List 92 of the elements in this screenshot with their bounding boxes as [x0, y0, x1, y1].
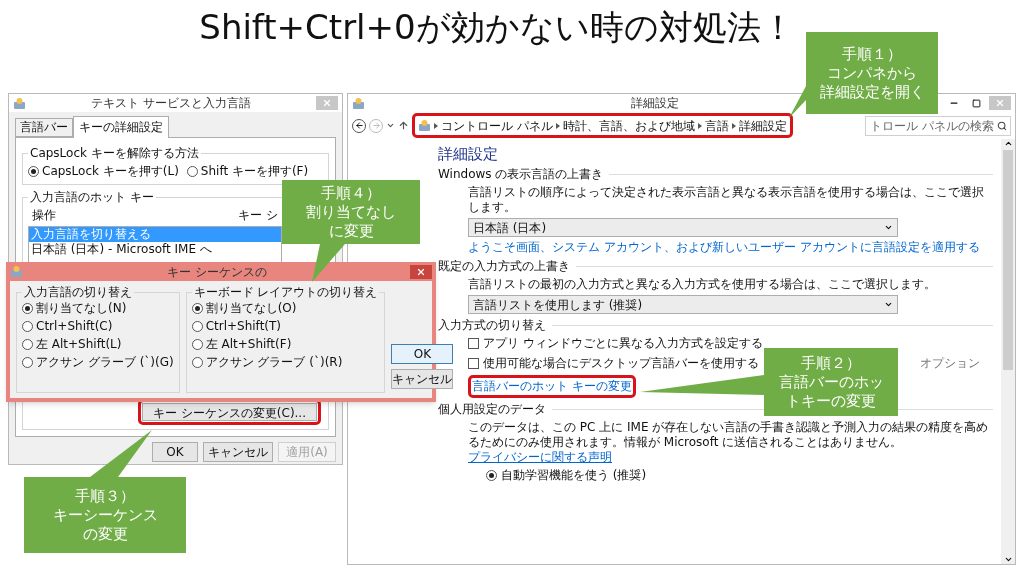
callout-text: 手順１） コンパネから 詳細設定を開く — [819, 44, 925, 102]
radio-button[interactable] — [186, 165, 198, 177]
dropdown[interactable]: 日本語 (日本) — [468, 218, 898, 237]
dropdown-caret-icon — [884, 300, 893, 309]
back-icon — [354, 121, 364, 130]
breadcrumb-separator — [555, 122, 560, 129]
options-link[interactable]: オプション — [920, 354, 980, 372]
app-icon — [13, 96, 26, 110]
window-title: テキスト サービスと入力言語 — [91, 95, 251, 112]
up-icon[interactable] — [398, 120, 409, 131]
breadcrumb-separator — [697, 122, 702, 129]
radio-label: 左 Alt+Shift(L) — [36, 337, 122, 352]
radio-label: 自動学習機能を使う (推奨) — [501, 468, 647, 483]
checkbox-label: アプリ ウィンドウごとに異なる入力方式を設定する — [483, 336, 763, 351]
radio-button[interactable] — [22, 339, 33, 350]
radio-label: 割り当てなし(O) — [205, 301, 297, 316]
scrollbar[interactable] — [1001, 139, 1015, 564]
list-item[interactable]: 日本語 (日本) - Microsoft IME へ — [29, 242, 281, 257]
breadcrumb-item[interactable]: 時計、言語、および地域 — [562, 116, 695, 135]
close-icon — [416, 266, 426, 277]
close-icon — [995, 98, 1005, 108]
breadcrumb-item[interactable]: 詳細設定 — [738, 116, 787, 135]
radio-label: アクサン グラーブ (`)(R) — [205, 355, 343, 370]
column-header: キー シ — [238, 207, 278, 224]
group-title: CapsLock キーを解除する方法 — [29, 145, 200, 162]
description-text: 言語リストの最初の入力方式と異なる入力方式を使用する場合は、ここで選択します。 — [468, 277, 937, 292]
dropdown[interactable]: 言語リストを使用します (推奨) — [468, 295, 898, 314]
page-heading: 詳細設定 — [438, 145, 499, 164]
dropdown-caret-icon — [884, 223, 893, 232]
search-icon — [997, 120, 1007, 131]
section-title: Windows の表示言語の上書き — [438, 167, 604, 182]
radio-button[interactable] — [22, 357, 33, 368]
callout-text: 手順４） 割り当てなし に変更 — [306, 183, 396, 241]
section-title: 既定の入力方式の上書き — [438, 259, 570, 274]
radio-label: CapsLock キーを押す(L) — [42, 163, 179, 180]
app-icon — [418, 119, 431, 132]
description-text: このデータは、この PC 上に IME が存在しない言語の手書き認識と予測入力の結果の精度を高めるためにのみ使用されます。情報が Microsoft に送信されることはありません。 プライバシーに関する声明 — [468, 420, 990, 465]
radio-label: Ctrl+Shift(C) — [36, 319, 113, 334]
tab[interactable]: キーの詳細設定 — [73, 116, 169, 138]
checkbox[interactable] — [468, 338, 479, 349]
radio-button[interactable] — [191, 303, 203, 314]
radio-label: Shift キーを押す(F) — [200, 163, 309, 180]
change-key-sequence-button[interactable]: キー シーケンスの変更(C)... — [142, 403, 317, 421]
checkbox[interactable] — [468, 357, 479, 369]
app-icon — [352, 96, 365, 110]
scrollbar-thumb[interactable] — [1003, 150, 1013, 370]
breadcrumb-item[interactable]: 言語 — [704, 116, 729, 135]
app-icon — [10, 265, 23, 278]
radio-button[interactable] — [191, 357, 203, 368]
dialog-button[interactable]: キャンセル — [391, 369, 454, 389]
window-title: キー シーケンスの — [167, 263, 267, 281]
group-title: キーボード レイアウトの切り替え — [192, 284, 379, 301]
checkbox-label: 使用可能な場合にデスクトップ言語バーを使用する — [483, 355, 759, 371]
dialog-button[interactable]: キャンセル — [203, 442, 273, 462]
window-title: 詳細設定 — [631, 95, 679, 112]
breadcrumb-separator — [731, 122, 736, 129]
radio-label: 割り当てなし(N) — [36, 301, 127, 316]
search-placeholder: トロール パネルの検索 — [870, 117, 994, 135]
radio-button[interactable] — [486, 470, 497, 481]
forward-icon — [371, 121, 381, 130]
breadcrumb-item[interactable]: コントロール パネル — [441, 116, 553, 135]
radio-label: 左 Alt+Shift(F) — [205, 337, 292, 352]
radio-button[interactable] — [191, 339, 203, 350]
settings-link[interactable]: ようこそ画面、システム アカウント、および新しいユーザー アカウントに言語設定を適用する — [468, 240, 980, 255]
dialog-button[interactable]: OK — [391, 344, 454, 364]
search-field[interactable]: トロール パネルの検索 — [865, 115, 1011, 136]
settings-link[interactable]: 言語バーのホット キーの変更 — [472, 379, 632, 394]
description-text: 言語リストの順序によって決定された表示言語と異なる表示言語を使用する場合は、ここで選択します。 — [468, 185, 985, 215]
breadcrumb-separator — [434, 122, 438, 129]
radio-button[interactable] — [191, 321, 203, 332]
radio-button[interactable] — [28, 165, 39, 177]
dialog-button[interactable]: OK — [152, 442, 198, 462]
scroll-down-icon[interactable] — [1003, 555, 1013, 564]
radio-button[interactable] — [22, 303, 33, 314]
section-title: 個人用設定のデータ — [438, 402, 546, 417]
section-title: 入力方式の切り替え — [438, 318, 546, 333]
close-icon — [322, 98, 332, 108]
radio-label: アクサン グラーブ (`)(G) — [36, 355, 174, 370]
maximize-icon — [971, 98, 981, 108]
history-caret-icon[interactable] — [386, 121, 395, 130]
close-button[interactable] — [410, 264, 432, 279]
group-title: 入力言語のホット キー — [29, 189, 155, 206]
radio-button[interactable] — [22, 321, 33, 332]
radio-label: Ctrl+Shift(T) — [205, 319, 282, 334]
privacy-link[interactable]: プライバシーに関する声明 — [468, 450, 612, 464]
scroll-up-icon[interactable] — [1003, 139, 1013, 148]
slide-title: Shift+Ctrl+0が効かない時の対処法！ — [199, 6, 796, 48]
column-header: 操作 — [32, 207, 56, 224]
callout-text: 手順３） キーシーケンス の変更 — [52, 486, 158, 544]
group-title: 入力言語の切り替え — [23, 284, 133, 301]
tab[interactable]: 言語バー — [15, 118, 73, 137]
callout-text: 手順２） 言語バーのホッ トキーの変更 — [778, 353, 884, 411]
